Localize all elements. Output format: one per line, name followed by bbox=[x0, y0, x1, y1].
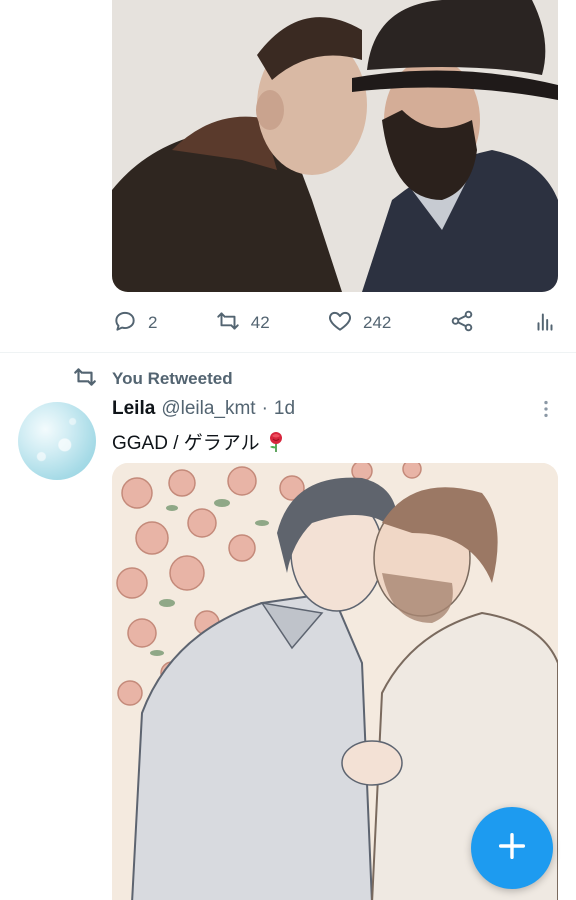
author-handle[interactable]: @leila_kmt bbox=[161, 398, 255, 420]
tweet-divider bbox=[0, 352, 576, 353]
separator-dot: · bbox=[261, 398, 268, 419]
more-options-button[interactable] bbox=[535, 398, 557, 424]
reply-count: 2 bbox=[148, 313, 158, 332]
social-context: You Retweeted bbox=[72, 366, 233, 392]
compose-tweet-button[interactable] bbox=[471, 807, 553, 889]
analytics-button[interactable] bbox=[532, 308, 558, 339]
plus-icon bbox=[495, 829, 529, 868]
like-icon bbox=[327, 308, 353, 339]
retweet-count: 42 bbox=[250, 313, 270, 332]
author-name[interactable]: Leila bbox=[112, 398, 155, 420]
reply-button[interactable]: 2 bbox=[112, 308, 157, 339]
share-icon bbox=[449, 308, 475, 339]
retweet-icon bbox=[215, 308, 241, 339]
tweet-header: Leila @leila_kmt · 1d bbox=[112, 398, 295, 426]
social-context-label: You Retweeted bbox=[112, 369, 233, 388]
rose-icon bbox=[266, 431, 286, 453]
tweet-photo[interactable] bbox=[112, 0, 558, 292]
tweet-text: GGAD / ゲラアル bbox=[112, 433, 260, 454]
more-vertical-icon bbox=[535, 398, 557, 425]
retweet-button[interactable]: 42 bbox=[215, 308, 270, 339]
reply-icon bbox=[112, 308, 138, 339]
tweet-actions: 2 42 242 bbox=[112, 306, 558, 340]
like-count: 242 bbox=[362, 313, 392, 332]
analytics-icon bbox=[532, 308, 558, 339]
photo-two-men bbox=[112, 0, 558, 292]
retweeted-icon bbox=[72, 364, 98, 395]
like-button[interactable]: 242 bbox=[327, 308, 391, 339]
timestamp[interactable]: 1d bbox=[274, 398, 295, 420]
avatar[interactable] bbox=[18, 402, 96, 480]
tweet-body: GGAD / ゲラアル bbox=[112, 428, 286, 455]
share-button[interactable] bbox=[449, 308, 475, 339]
